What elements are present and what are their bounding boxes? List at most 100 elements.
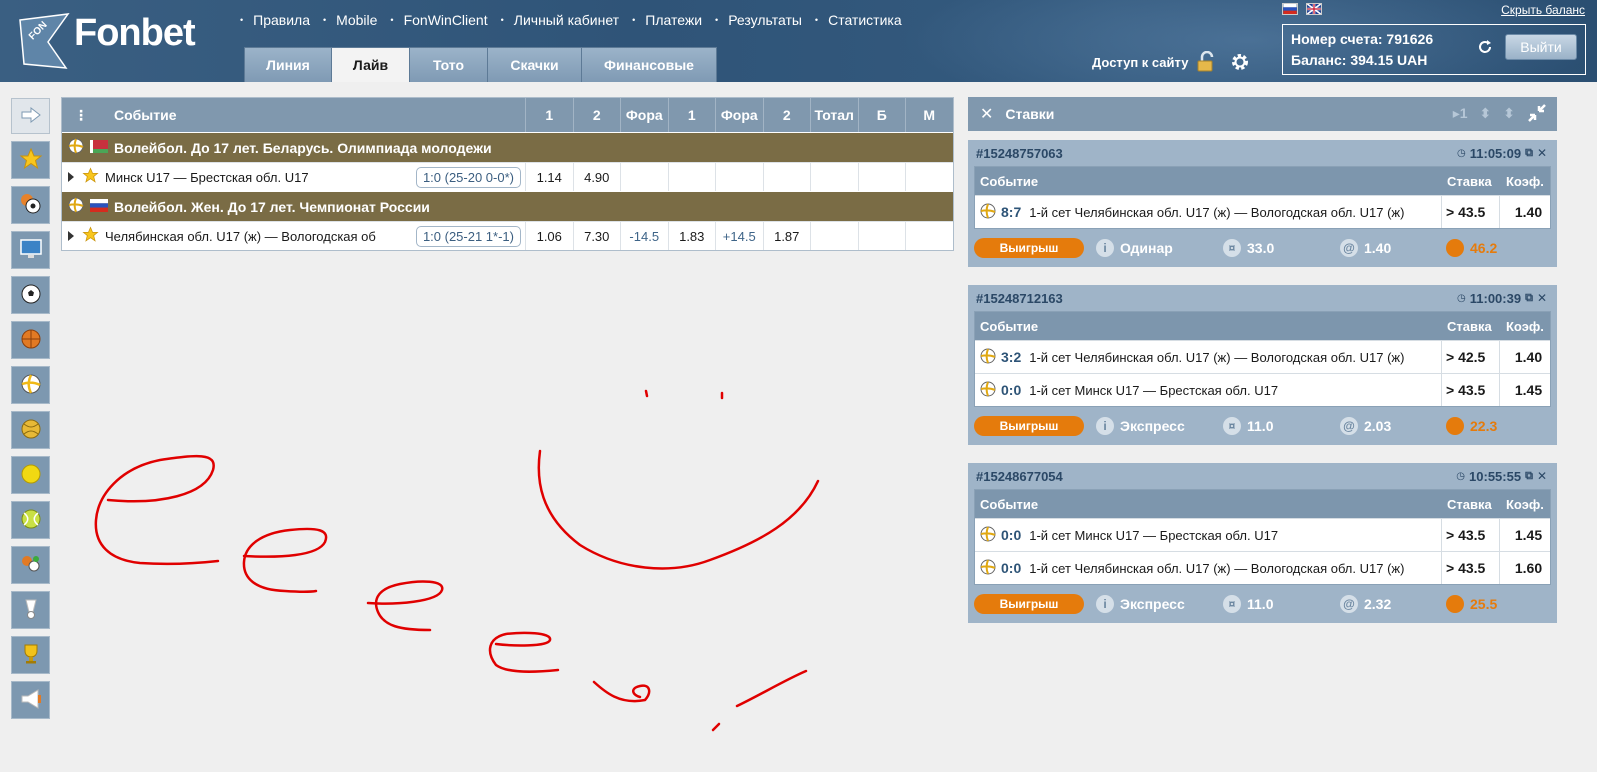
odds-cell[interactable]: 7.30	[572, 222, 621, 250]
bet-col-coef: Коэф.	[1506, 318, 1544, 334]
event-name[interactable]: Минск U17 — Брестская обл. U17	[105, 170, 309, 185]
bet-col-stake: Ставка	[1447, 173, 1492, 189]
bet-score: 8:7	[1001, 204, 1022, 220]
close-icon[interactable]: ✕	[1537, 146, 1547, 160]
info-icon[interactable]: i	[1096, 417, 1114, 435]
logout-button[interactable]: Выйти	[1505, 34, 1577, 60]
arrow-right-icon	[21, 106, 41, 126]
sport-button[interactable]	[11, 501, 50, 539]
odds-cell[interactable]: 1.14	[525, 163, 573, 191]
flag-uk-icon[interactable]	[1306, 3, 1322, 15]
favorite-star-icon[interactable]	[82, 167, 99, 187]
sport-button[interactable]	[11, 276, 50, 314]
bet-amount-value: 11.0	[1247, 418, 1274, 434]
top-nav-link[interactable]: Mobile	[323, 12, 390, 28]
hide-balance-link[interactable]: Скрыть баланс	[1501, 3, 1585, 17]
site-access[interactable]: Доступ к сайту	[1092, 50, 1252, 74]
sport-button[interactable]	[11, 98, 50, 134]
top-nav-link[interactable]: Статистика	[815, 12, 915, 28]
sport-button[interactable]	[11, 231, 50, 269]
odds-cell[interactable]: 4.90	[572, 163, 621, 191]
odds-cell[interactable]: +14.5	[715, 222, 763, 250]
bet-counter[interactable]: ▸1	[1453, 105, 1468, 122]
close-icon[interactable]: ✕	[1537, 291, 1547, 305]
bet-total-coef: @2.03	[1340, 416, 1391, 436]
bet-time-value: 11:05:09	[1469, 145, 1522, 161]
expand-arrow-icon[interactable]	[68, 172, 74, 182]
flag-russia-icon[interactable]	[1282, 3, 1298, 15]
drag-handle-icon[interactable]: ⋮	[74, 107, 88, 124]
odds-cell[interactable]: -14.5	[620, 222, 668, 250]
top-nav-link[interactable]: Личный кабинет	[501, 12, 632, 28]
top-nav-link[interactable]: Платежи	[632, 12, 715, 28]
win-button[interactable]: Выигрыш	[974, 238, 1084, 258]
league-row[interactable]: Волейбол. До 17 лет. Беларусь. Олимпиада…	[62, 132, 953, 162]
top-nav-link[interactable]: Правила	[240, 12, 323, 28]
logo-text[interactable]: Fonbet	[74, 12, 196, 55]
info-icon[interactable]: i	[1096, 595, 1114, 613]
bet-details: Событие Ставка Коэф. 8:7 1-й сет Челябинская…	[974, 166, 1551, 229]
at-icon: @	[1340, 417, 1358, 435]
bet-win-value: 25.5	[1470, 596, 1498, 612]
win-button[interactable]: Выигрыш	[974, 594, 1084, 614]
tab-1[interactable]: Линия	[244, 47, 332, 82]
gear-icon[interactable]	[1228, 50, 1252, 74]
copy-icon[interactable]: ⧉	[1525, 470, 1533, 483]
bet-event-text: 1-й сет Челябинская обл. U17 (ж) — Волог…	[1029, 349, 1405, 365]
favorite-star-icon[interactable]	[82, 226, 99, 246]
sport-button[interactable]	[11, 546, 50, 584]
sport-button[interactable]	[11, 366, 50, 404]
league-row[interactable]: Волейбол. Жен. До 17 лет. Чемпионат Росс…	[62, 191, 953, 221]
bet-card: #15248757063 ◷ 11:05:09 ⧉ ✕ Событие Ставка Коэф…	[968, 140, 1557, 267]
expand-arrow-icon[interactable]	[68, 231, 74, 241]
bet-coef: 1.45	[1499, 519, 1557, 551]
column-header: 2	[762, 98, 811, 132]
bet-card-header: #15248712163 ◷ 11:00:39 ⧉ ✕	[968, 285, 1557, 311]
lock-icon[interactable]	[1196, 51, 1220, 73]
event-row[interactable]: Челябинская обл. U17 (ж) — Вологодская о…	[62, 221, 953, 250]
copy-icon[interactable]: ⧉	[1525, 147, 1533, 160]
info-icon[interactable]: i	[1096, 239, 1114, 257]
event-cell[interactable]: Челябинская обл. U17 (ж) — Вологодская о…	[62, 222, 525, 250]
odds-cell[interactable]: 1.06	[525, 222, 573, 250]
sport-button[interactable]	[11, 591, 50, 629]
bet-event-text: 1-й сет Челябинская обл. U17 (ж) — Волог…	[1029, 204, 1405, 220]
sport-button[interactable]	[11, 186, 50, 224]
top-nav-link[interactable]: FonWinClient	[390, 12, 500, 28]
collapse-icon[interactable]	[1527, 103, 1547, 123]
bet-stake: > 43.5	[1441, 519, 1499, 551]
sport-button[interactable]	[11, 411, 50, 449]
language-flags	[1282, 3, 1322, 15]
close-icon[interactable]: ✕	[1537, 469, 1547, 483]
top-nav-link[interactable]: Результаты	[715, 12, 815, 28]
tab-3[interactable]: Тото	[409, 47, 488, 82]
account-box: Номер счета: 791626 Баланс: 394.15 UAH В…	[1282, 24, 1586, 75]
odds-cell	[715, 163, 763, 191]
event-cell[interactable]: Минск U17 — Брестская обл. U17 1:0 (25-20…	[62, 163, 525, 191]
win-button[interactable]: Выигрыш	[974, 416, 1084, 436]
refresh-icon[interactable]	[1477, 39, 1493, 55]
odds-cell[interactable]: 1.87	[762, 222, 811, 250]
sport-button[interactable]	[11, 636, 50, 674]
tab-2[interactable]: Лайв	[331, 47, 410, 82]
odds-cell[interactable]: 1.83	[667, 222, 716, 250]
badminton-icon	[20, 597, 42, 624]
sport-button[interactable]	[11, 141, 50, 179]
odds-cell	[857, 163, 906, 191]
odds-cell	[905, 222, 953, 250]
bet-stake: > 43.5	[1441, 196, 1499, 228]
event-row[interactable]: Минск U17 — Брестская обл. U17 1:0 (25-20…	[62, 162, 953, 191]
tab-5[interactable]: Финансовые	[581, 47, 717, 82]
event-name[interactable]: Челябинская обл. U17 (ж) — Вологодская о…	[105, 229, 376, 244]
sort-up-down-icon[interactable]: ⬍	[1480, 105, 1492, 122]
bet-time: ◷ 11:00:39 ⧉ ✕	[1457, 291, 1547, 306]
sport-button[interactable]	[11, 681, 50, 719]
sort-up-down-icon[interactable]: ⬍	[1503, 105, 1515, 122]
bet-line: 0:0 1-й сет Минск U17 — Брестская обл. U1…	[975, 518, 1550, 551]
sport-button[interactable]	[11, 456, 50, 494]
copy-icon[interactable]: ⧉	[1525, 292, 1533, 305]
close-icon[interactable]: ✕	[980, 104, 993, 124]
bet-columns: Событие Ставка Коэф.	[975, 167, 1550, 195]
tab-4[interactable]: Скачки	[487, 47, 582, 82]
sport-button[interactable]	[11, 321, 50, 359]
